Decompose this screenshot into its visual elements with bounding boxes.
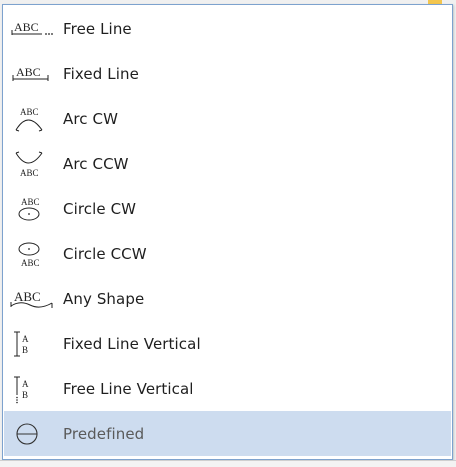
- menu-item-label: Circle CCW: [63, 244, 147, 263]
- menu-item-label: Free Line: [63, 19, 132, 38]
- svg-text:A: A: [22, 334, 29, 344]
- free-line-text-icon: ABC: [8, 12, 58, 46]
- menu-item-circle-ccw[interactable]: ABC Circle CCW: [4, 231, 451, 276]
- fixed-line-text-icon: ABC: [8, 57, 58, 91]
- free-line-vertical-text-icon: A B: [8, 372, 58, 406]
- svg-text:A: A: [22, 379, 29, 389]
- menu-item-circle-cw[interactable]: ABC Circle CW: [4, 186, 451, 231]
- svg-text:B: B: [22, 390, 28, 400]
- menu-item-predefined[interactable]: Predefined: [4, 411, 451, 456]
- menu-item-label: Free Line Vertical: [63, 379, 194, 398]
- svg-text:B: B: [22, 345, 28, 355]
- menu-item-label: Any Shape: [63, 289, 145, 308]
- app-stage: ABC Free Line ABC Fixed Line ABC Arc CW …: [0, 0, 456, 467]
- svg-text:ABC: ABC: [14, 289, 41, 304]
- menu-item-free-line[interactable]: ABC Free Line: [4, 6, 451, 51]
- circle-ccw-text-icon: ABC: [8, 237, 58, 271]
- menu-item-any-shape[interactable]: ABC Any Shape: [4, 276, 451, 321]
- menu-item-free-line-vertical[interactable]: A B Free Line Vertical: [4, 366, 451, 411]
- arc-ccw-text-icon: ABC: [8, 147, 58, 181]
- text-path-dropdown-menu: ABC Free Line ABC Fixed Line ABC Arc CW …: [2, 4, 453, 460]
- menu-item-label: Circle CW: [63, 199, 137, 218]
- menu-item-label: Arc CW: [63, 109, 119, 128]
- menu-item-label: Fixed Line Vertical: [63, 334, 201, 353]
- underlying-toolbar-edge: [0, 460, 456, 467]
- menu-item-label: Arc CCW: [63, 154, 129, 173]
- svg-text:ABC: ABC: [21, 197, 40, 207]
- fixed-line-vertical-text-icon: A B: [8, 327, 58, 361]
- menu-item-fixed-line[interactable]: ABC Fixed Line: [4, 51, 451, 96]
- svg-text:ABC: ABC: [21, 258, 40, 268]
- svg-text:ABC: ABC: [16, 65, 41, 79]
- menu-item-label: Fixed Line: [63, 64, 139, 83]
- arc-cw-text-icon: ABC: [8, 102, 58, 136]
- svg-text:ABC: ABC: [20, 168, 39, 178]
- any-shape-text-icon: ABC: [8, 282, 58, 316]
- menu-item-label: Predefined: [63, 424, 145, 443]
- menu-item-arc-cw[interactable]: ABC Arc CW: [4, 96, 451, 141]
- menu-item-fixed-line-vertical[interactable]: A B Fixed Line Vertical: [4, 321, 451, 366]
- predefined-circle-icon: [8, 417, 58, 451]
- svg-text:ABC: ABC: [14, 20, 39, 34]
- circle-cw-text-icon: ABC: [8, 192, 58, 226]
- menu-item-arc-ccw[interactable]: ABC Arc CCW: [4, 141, 451, 186]
- svg-text:ABC: ABC: [20, 107, 39, 117]
